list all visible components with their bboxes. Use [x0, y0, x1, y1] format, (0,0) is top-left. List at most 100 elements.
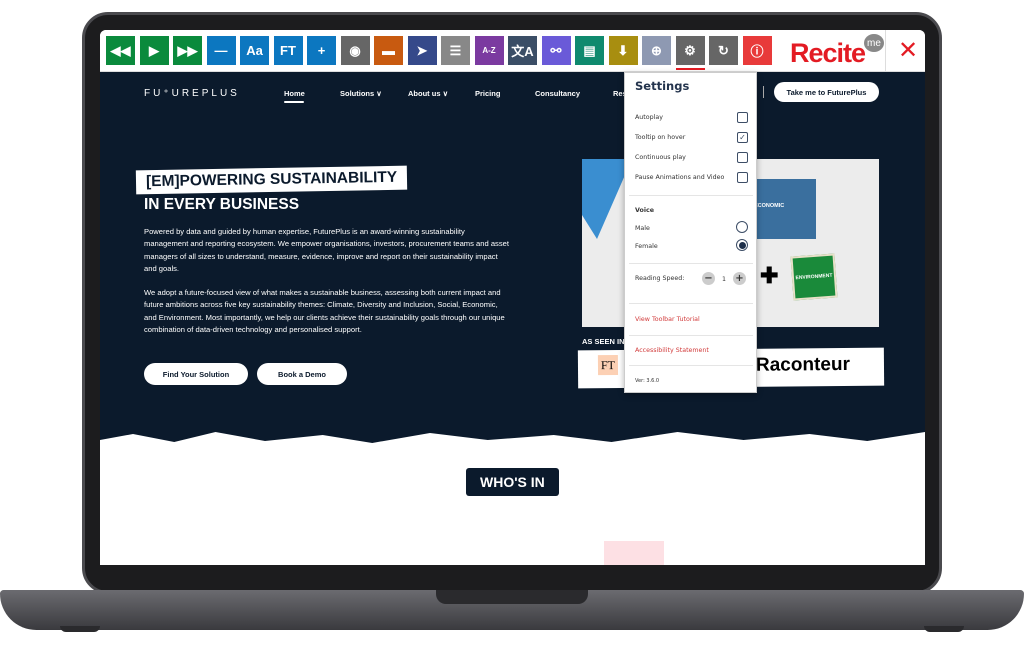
- environment-tile: ENVIRONMENT: [790, 253, 838, 301]
- dictionary-icon: A-Z: [482, 46, 496, 55]
- find-solution-button[interactable]: Find Your Solution: [144, 363, 248, 385]
- divider: [763, 86, 764, 98]
- color-wheel-icon: ◉: [349, 42, 361, 58]
- play-icon: ▶: [149, 42, 159, 58]
- active-underline: [284, 101, 304, 103]
- speed-value: 1: [722, 276, 727, 283]
- pause-checkbox[interactable]: [737, 172, 748, 183]
- version-label: Ver: 3.6.0: [635, 378, 660, 384]
- settings-gear-icon: ⚙: [684, 42, 696, 58]
- translate-button[interactable]: 文A: [508, 36, 537, 65]
- male-radio[interactable]: [736, 221, 748, 233]
- lower-section: [100, 432, 925, 565]
- tooltip-label: Tooltip on hover: [635, 134, 686, 141]
- continuous-checkbox[interactable]: [737, 152, 748, 163]
- cursor-button[interactable]: ➤: [407, 36, 437, 65]
- cursor-icon: ➤: [416, 42, 428, 58]
- toolbar-tutorial-link[interactable]: View Toolbar Tutorial: [635, 316, 700, 323]
- decrease-text-icon: —: [214, 43, 228, 58]
- recite-me-badge: me: [864, 34, 884, 52]
- reset-icon: ↻: [718, 42, 729, 58]
- font-type-icon: FT: [280, 43, 296, 58]
- female-label: Female: [635, 243, 658, 250]
- female-radio[interactable]: [736, 239, 748, 251]
- play-button[interactable]: ▶: [139, 36, 169, 65]
- reset-button[interactable]: ↻: [709, 36, 738, 65]
- text-only-button[interactable]: ▤: [575, 36, 604, 65]
- divider: [629, 303, 753, 304]
- recite-logo: Recite: [790, 38, 866, 68]
- screen: FU⁺UREPLUS Home Solutions ∨ About us ∨ P…: [100, 30, 925, 565]
- nav-about[interactable]: About us ∨: [408, 89, 448, 98]
- book-demo-button[interactable]: Book a Demo: [257, 363, 347, 385]
- nav-home[interactable]: Home: [284, 89, 305, 98]
- increase-text-button[interactable]: +: [307, 36, 336, 65]
- ft-logo: FT: [597, 354, 619, 376]
- laptop-foot: [924, 626, 964, 632]
- close-icon[interactable]: ✕: [898, 36, 918, 65]
- info-button[interactable]: ⓘ: [742, 36, 772, 65]
- hero-paragraph-2: We adopt a future-focused view of what m…: [144, 288, 505, 335]
- settings-gear-button[interactable]: ⚙: [675, 36, 705, 65]
- rewind-icon: ◀◀: [110, 42, 131, 58]
- font-button[interactable]: Aa: [240, 36, 269, 65]
- raconteur-logo: Raconteur: [755, 353, 851, 376]
- futureplus-logo[interactable]: FU⁺UREPLUS: [144, 88, 240, 99]
- nav-pricing[interactable]: Pricing: [475, 89, 500, 98]
- fast-forward-button[interactable]: ▶▶: [173, 36, 202, 65]
- active-indicator: [676, 68, 705, 70]
- nav-consultancy[interactable]: Consultancy: [535, 89, 580, 98]
- pause-label: Pause Animations and Video: [635, 174, 725, 181]
- screen-mask-button[interactable]: ☰: [441, 36, 470, 65]
- economic-tile: ECONOMIC: [754, 179, 816, 239]
- tooltip-checkbox[interactable]: ✓: [737, 132, 748, 143]
- hero-title-line2: IN EVERY BUSINESS: [144, 196, 300, 213]
- magnifier-icon: ⊕: [651, 42, 662, 58]
- glasses-icon: ⚯: [550, 42, 562, 58]
- fast-forward-icon: ▶▶: [177, 42, 198, 58]
- translate-icon: 文A: [511, 44, 534, 59]
- voice-label: Voice: [635, 207, 655, 214]
- settings-title: Settings: [635, 79, 690, 93]
- info-icon: ⓘ: [750, 44, 764, 59]
- divider: [885, 30, 886, 72]
- recite-toolbar: Recite me ✕ ◀◀ ▶ ▶▶ — Aa FT + ◉ ▬ ➤ ☰ A-Z 文A ⚯ ▤ ⬇ ⊕ ⚙ ↻ ⓘ: [100, 30, 925, 72]
- nav-solutions[interactable]: Solutions ∨: [340, 89, 382, 98]
- reading-speed-label: Reading Speed:: [635, 275, 685, 282]
- color-wheel-button[interactable]: ◉: [340, 36, 370, 65]
- dictionary-button[interactable]: A-Z: [474, 36, 504, 65]
- male-label: Male: [635, 225, 650, 232]
- divider: [629, 365, 753, 366]
- divider: [629, 335, 753, 336]
- accessibility-statement-link[interactable]: Accessibility Statement: [635, 347, 709, 354]
- hero-paragraph-1: Powered by data and guided by human expe…: [144, 227, 509, 274]
- text-only-icon: ▤: [583, 42, 596, 58]
- rewind-button[interactable]: ◀◀: [106, 36, 135, 65]
- autoplay-checkbox[interactable]: [737, 112, 748, 123]
- font-type-button[interactable]: FT: [273, 36, 303, 65]
- screen-mask-icon: ☰: [449, 42, 462, 58]
- whos-in-heading: WHO'S IN: [466, 468, 559, 496]
- autoplay-label: Autoplay: [635, 114, 663, 121]
- ruler-button[interactable]: ▬: [374, 36, 403, 65]
- increase-text-icon: +: [317, 43, 326, 58]
- continuous-label: Continuous play: [635, 154, 686, 161]
- plus-icon: ✚: [760, 263, 779, 288]
- ruler-icon: ▬: [382, 43, 395, 58]
- divider: [629, 263, 753, 264]
- glasses-button[interactable]: ⚯: [541, 36, 571, 65]
- take-me-button[interactable]: Take me to FuturePlus: [774, 82, 879, 102]
- speed-decrease-button[interactable]: −: [702, 272, 715, 285]
- magnifier-button[interactable]: ⊕: [642, 36, 671, 65]
- laptop-notch: [436, 590, 588, 604]
- decrease-text-button[interactable]: —: [206, 36, 236, 65]
- download-icon: ⬇: [617, 42, 629, 58]
- divider: [629, 195, 753, 196]
- hero-title-line1: [EM]POWERING SUSTAINABILITY: [135, 165, 408, 195]
- as-seen-in-label: AS SEEN IN: [582, 337, 625, 346]
- download-button[interactable]: ⬇: [608, 36, 638, 65]
- settings-panel: Settings Autoplay Tooltip on hover ✓ Con…: [624, 72, 757, 393]
- partner-logo: [604, 541, 664, 565]
- font-icon: Aa: [246, 43, 263, 58]
- speed-increase-button[interactable]: +: [733, 272, 746, 285]
